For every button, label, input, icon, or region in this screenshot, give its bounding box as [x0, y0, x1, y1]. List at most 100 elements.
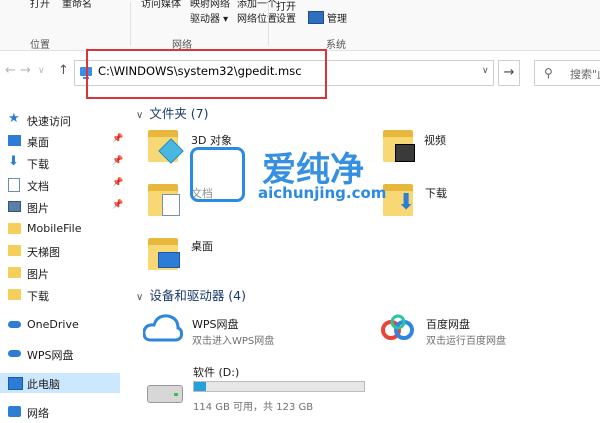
computer-icon — [8, 377, 23, 390]
wps-drive-desc: 双击进入WPS网盘 — [192, 336, 275, 347]
folder-icon — [8, 223, 21, 234]
sidebar-item-tianti[interactable]: 天梯图 — [0, 241, 120, 261]
folder-documents[interactable] — [148, 182, 180, 216]
sidebar-item-network[interactable]: 网络 — [0, 402, 120, 422]
folder-label: 3D 对象 — [191, 134, 232, 147]
pin-icon: 📌 — [112, 156, 124, 166]
sidebar-quick-access[interactable]: ★ 快速访问 — [0, 110, 120, 130]
star-icon: ★ — [8, 111, 20, 126]
cloud-icon — [8, 321, 21, 328]
ribbon-network-location-label[interactable]: 网络位置 — [237, 10, 277, 25]
drive-d-space: 114 GB 可用，共 123 GB — [193, 402, 314, 413]
back-button[interactable]: ← — [5, 63, 16, 78]
chevron-down-icon: ∨ — [136, 292, 144, 303]
ribbon-group-system: 系统 — [326, 40, 346, 51]
watermark-logo — [190, 147, 245, 202]
sidebar-item-pictures[interactable]: 图片 📌 — [0, 197, 124, 217]
recent-locations-button[interactable]: ∨ — [38, 66, 45, 76]
sidebar-item-label: MobileFile — [27, 222, 82, 235]
document-icon — [8, 178, 20, 192]
ribbon-settings-button[interactable]: 设置 — [276, 10, 296, 25]
sidebar-item-downloads[interactable]: ⬇ 下载 📌 — [0, 153, 124, 173]
section-title: 文件夹 (7) — [149, 106, 209, 121]
sidebar-item-label: 下载 — [27, 158, 49, 171]
baidu-drive-desc: 双击运行百度网盘 — [426, 336, 506, 347]
sidebar-item-label: 桌面 — [27, 136, 49, 149]
folder-label: 视频 — [424, 134, 446, 147]
sidebar-item-documents[interactable]: 文档 📌 — [0, 175, 124, 195]
folder-icon — [8, 267, 21, 278]
download-arrow-icon: ⬇ — [397, 190, 416, 215]
folder-videos[interactable] — [383, 128, 415, 162]
sidebar-item-this-pc[interactable]: 此电脑 — [0, 373, 120, 393]
up-button[interactable]: ↑ — [58, 63, 69, 78]
drive-usage-bar — [193, 381, 365, 392]
baidu-cloud-icon — [381, 314, 414, 340]
sidebar-item-wps[interactable]: WPS网盘 — [0, 344, 120, 364]
sidebar-item-label: 天梯图 — [27, 246, 60, 259]
film-icon — [395, 144, 415, 162]
sidebar-item-label: 文档 — [27, 180, 49, 193]
folder-label: 下载 — [425, 187, 447, 200]
folder-desktop[interactable] — [148, 236, 180, 270]
devices-section-header[interactable]: ∨ 设备和驱动器 (4) — [136, 285, 246, 304]
sidebar-item-label: 网络 — [27, 407, 49, 420]
ribbon-add-location-button[interactable]: 添加一个 — [237, 0, 277, 10]
sidebar-item-label: 图片 — [27, 268, 49, 281]
desktop-icon — [8, 135, 21, 146]
document-icon — [162, 194, 180, 216]
sidebar-item-label: 下载 — [27, 290, 49, 303]
wps-drive-name: WPS网盘 — [192, 318, 239, 331]
folder-icon — [8, 245, 21, 256]
baidu-drive-name: 百度网盘 — [426, 318, 470, 331]
hard-drive-icon[interactable] — [147, 385, 183, 403]
sidebar-item-downloads-2[interactable]: 下载 — [0, 285, 120, 305]
drive-usage-fill — [194, 382, 206, 391]
computer-manage-icon — [308, 11, 324, 24]
wps-cloud-icon — [143, 314, 183, 342]
wps-cloud-icon — [8, 350, 21, 357]
folder-label: 桌面 — [191, 240, 213, 253]
picture-icon — [8, 201, 21, 212]
forward-button[interactable]: → — [20, 63, 31, 78]
drive-d-name: 软件 (D:) — [193, 366, 240, 379]
address-highlight-box — [86, 49, 327, 99]
go-button[interactable]: → — [498, 60, 520, 86]
ribbon-drive-label[interactable]: 驱动器 ▾ — [190, 10, 228, 25]
ribbon-group-location: 位置 — [30, 40, 50, 51]
sidebar-item-label: 此电脑 — [27, 378, 60, 391]
sidebar-item-label: 快速访问 — [27, 115, 71, 128]
sidebar-item-pictures-2[interactable]: 图片 — [0, 263, 120, 283]
ribbon-map-network-button[interactable]: 映射网络 — [190, 0, 230, 10]
ribbon-separator — [130, 2, 131, 46]
address-dropdown-button[interactable]: ∨ — [482, 66, 489, 76]
sidebar-item-mobilefile[interactable]: MobileFile — [0, 219, 120, 239]
ribbon-open-button[interactable]: 打开 — [30, 0, 50, 10]
sidebar-item-desktop[interactable]: 桌面 📌 — [0, 131, 124, 151]
baidu-drive-item[interactable] — [380, 313, 416, 347]
ribbon: 打开 重命名 访问媒体 映射网络 添加一个 驱动器 ▾ 网络位置 打开 设置 管… — [0, 0, 600, 51]
section-title: 设备和驱动器 (4) — [149, 288, 247, 303]
ribbon-manage-button[interactable]: 管理 — [327, 10, 347, 25]
folder-3d-objects[interactable] — [148, 128, 184, 164]
sidebar-item-label: 图片 — [27, 202, 49, 215]
watermark-url: aichunjing.com — [258, 184, 387, 202]
ribbon-access-media-button[interactable]: 访问媒体 — [141, 0, 181, 10]
folder-downloads[interactable]: ⬇ — [383, 182, 416, 216]
search-icon: ⚲ — [544, 66, 553, 80]
chevron-down-icon: ∨ — [136, 110, 144, 121]
desktop-icon — [158, 252, 180, 268]
network-icon — [8, 406, 21, 417]
folder-icon — [8, 289, 21, 300]
download-icon: ⬇ — [8, 154, 19, 169]
pin-icon: 📌 — [112, 178, 124, 188]
sidebar-item-label: WPS网盘 — [27, 349, 74, 362]
search-placeholder: 搜索"此 — [570, 68, 600, 81]
ribbon-rename-button[interactable]: 重命名 — [62, 0, 92, 10]
pin-icon: 📌 — [112, 134, 124, 144]
pin-icon: 📌 — [112, 200, 124, 210]
folders-section-header[interactable]: ∨ 文件夹 (7) — [136, 103, 209, 122]
ribbon-separator — [268, 2, 269, 46]
sidebar-item-onedrive[interactable]: OneDrive — [0, 315, 120, 335]
wps-drive-item[interactable] — [143, 312, 183, 346]
